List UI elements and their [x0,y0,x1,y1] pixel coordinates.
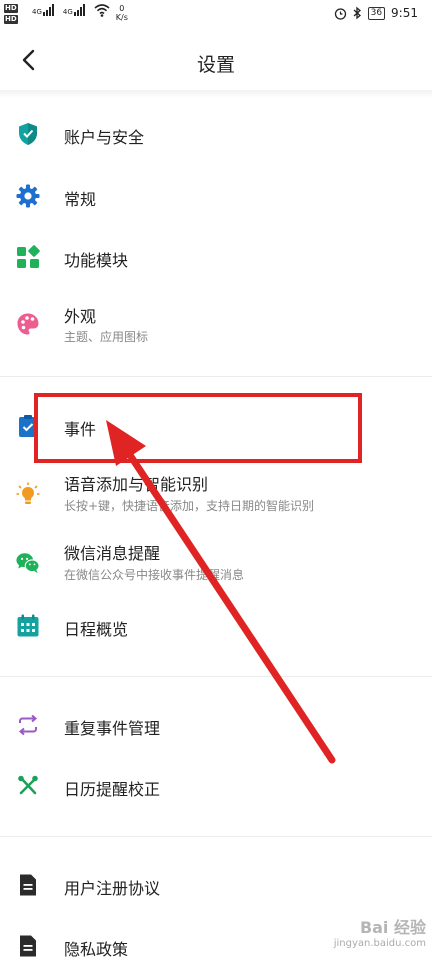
item-label: 日程概览 [64,620,129,639]
settings-item-repeat-events[interactable]: 重复事件管理 [0,695,432,755]
palette-icon [17,313,39,335]
lightbulb-icon [16,482,40,504]
section-divider [0,376,432,377]
gear-icon [16,184,40,208]
settings-item-general[interactable]: 常规 [0,166,432,226]
item-label: 外观 [64,307,97,326]
settings-item-wechat-reminder[interactable]: 微信消息提醒 在微信公众号中接收事件提醒消息 [0,533,432,593]
section-divider [0,836,432,837]
watermark-url: jingyan.baidu.com [333,938,426,949]
shield-icon [19,123,37,145]
item-label: 用户注册协议 [64,879,161,898]
repeat-icon [18,714,38,736]
app-header: 设置 [0,30,432,92]
speed-unit: K/s [115,13,128,22]
settings-item-account-security[interactable]: 账户与安全 [0,104,432,164]
settings-item-calendar-reminder-calibration[interactable]: 日历提醒校正 [0,756,432,816]
battery-icon: 36 [367,6,386,20]
speed-value: 0 [119,4,125,13]
wifi-icon [94,4,110,17]
page-title: 设置 [196,54,235,76]
item-label: 重复事件管理 [64,719,161,738]
network-speed: 0 K/s [116,4,128,22]
alarm-icon [334,7,346,20]
header-shadow [0,90,432,98]
signal-icon-2: 4G [63,4,88,16]
item-label: 功能模块 [64,251,129,270]
settings-item-schedule-overview[interactable]: 日程概览 [0,596,432,656]
item-subtitle: 主题、应用图标 [64,330,149,344]
document-icon [20,874,36,896]
watermark: Bai 经验 jingyan.baidu.com [334,914,426,949]
settings-item-user-agreement[interactable]: 用户注册协议 [0,855,432,915]
net-type-1: 4G [32,8,42,16]
signal-icon: 4G [32,4,57,16]
document-icon [20,935,36,957]
item-label: 微信消息提醒 [64,544,161,563]
hd-badge-top: HD [4,4,18,13]
item-label: 日历提醒校正 [64,780,161,799]
watermark-brand: Bai 经验 [359,918,426,937]
net-type-2: 4G [62,8,73,16]
wechat-icon [16,553,40,574]
bluetooth-icon [353,6,361,20]
item-label: 隐私政策 [64,940,129,959]
hd-badge-bottom: HD [4,15,18,24]
item-label: 常规 [64,190,97,209]
settings-item-voice-add[interactable]: 语音添加与智能识别 长按+键，快捷语音添加，支持日期的智能识别 [0,464,432,524]
item-label: 语音添加与智能识别 [64,475,209,494]
wrench-icon [18,775,38,795]
status-time: 9:51 [391,6,418,20]
status-bar: HD HD 4G 4G 0 K/s 36 9:51 [0,0,432,30]
item-subtitle: 在微信公众号中接收事件提醒消息 [64,568,245,582]
hd-indicator: HD HD [4,4,18,26]
highlight-box [34,393,362,463]
settings-item-modules[interactable]: 功能模块 [0,227,432,287]
settings-item-appearance[interactable]: 外观 主题、应用图标 [0,294,432,354]
item-label: 账户与安全 [64,128,145,147]
section-divider [0,676,432,677]
item-subtitle: 长按+键，快捷语音添加，支持日期的智能识别 [64,499,315,513]
modules-icon [17,245,40,268]
calendar-icon [17,614,39,637]
